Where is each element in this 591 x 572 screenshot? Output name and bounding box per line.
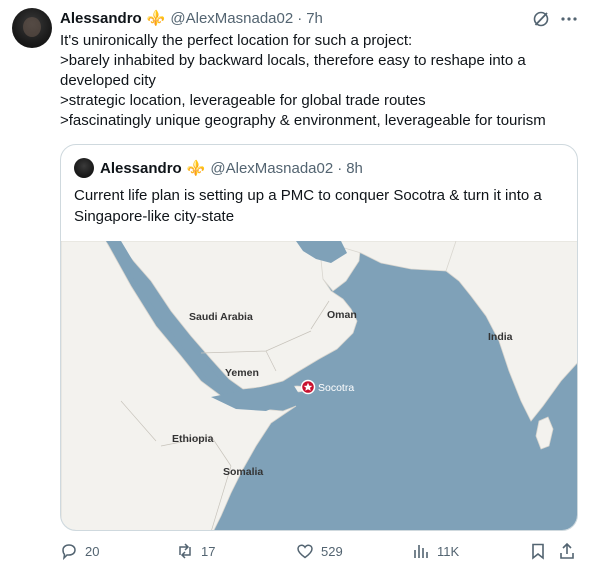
fleur-de-lis-icon: ⚜️ bbox=[186, 160, 206, 177]
map-label-saudi-arabia: Saudi Arabia bbox=[189, 311, 253, 323]
share-button[interactable] bbox=[558, 542, 583, 560]
bookmark-button[interactable] bbox=[529, 542, 554, 560]
quote-line: Singapore-like city-state bbox=[74, 208, 235, 225]
quote-handle: @AlexMasnada02 bbox=[210, 159, 334, 177]
tweet-time[interactable]: 7h bbox=[306, 10, 323, 27]
map-label-yemen: Yemen bbox=[225, 367, 259, 379]
share-icon bbox=[560, 542, 574, 559]
more-icon[interactable] bbox=[559, 10, 579, 28]
quote-avatar bbox=[74, 158, 94, 178]
tweet-header: Alessandro ⚜️ @AlexMasnada02 · 7h bbox=[60, 8, 323, 28]
quote-author-name: Alessandro bbox=[100, 159, 182, 177]
views-button[interactable]: 11K bbox=[412, 542, 459, 560]
repost-button[interactable]: 17 bbox=[176, 542, 215, 560]
tweet-line: >strategic location, leverageable for gl… bbox=[60, 92, 426, 109]
repost-icon bbox=[179, 543, 191, 559]
map-label-oman: Oman bbox=[327, 309, 357, 321]
separator-dot: · bbox=[337, 159, 343, 177]
like-button[interactable]: 529 bbox=[296, 542, 343, 560]
reply-button[interactable]: 20 bbox=[60, 542, 99, 560]
views-count: 11K bbox=[437, 543, 460, 559]
quote-text: Current life plan is setting up a PMC to… bbox=[74, 185, 564, 227]
like-count: 529 bbox=[321, 543, 343, 559]
repost-count: 17 bbox=[201, 543, 216, 559]
tweet-line: developed city bbox=[60, 72, 156, 89]
fleur-de-lis-icon: ⚜️ bbox=[146, 10, 166, 27]
map-image[interactable]: Saudi Arabia Oman India Yemen Socotra Et… bbox=[61, 241, 578, 531]
map-label-india: India bbox=[488, 331, 513, 343]
tweet-line: >fascinatingly unique geography & enviro… bbox=[60, 112, 546, 129]
quote-line: Current life plan is setting up a PMC to… bbox=[74, 187, 542, 204]
reply-count: 20 bbox=[85, 543, 100, 559]
quote-time: 8h bbox=[346, 159, 363, 177]
author-avatar[interactable] bbox=[12, 8, 52, 48]
tweet-text: It's unironically the perfect location f… bbox=[60, 31, 580, 131]
quoted-tweet[interactable]: Alessandro ⚜️ @AlexMasnada02 · 8h Curren… bbox=[60, 144, 578, 531]
reply-icon bbox=[62, 544, 76, 560]
tweet-line: >barely inhabited by backward locals, th… bbox=[60, 52, 526, 69]
map-label-ethiopia: Ethiopia bbox=[172, 433, 214, 445]
quote-header: Alessandro ⚜️ @AlexMasnada02 · 8h bbox=[74, 158, 363, 178]
map-label-socotra: Socotra bbox=[318, 382, 354, 394]
author-name[interactable]: Alessandro bbox=[60, 10, 142, 27]
views-icon bbox=[414, 545, 428, 558]
bookmark-icon bbox=[532, 543, 544, 560]
grok-icon[interactable] bbox=[532, 10, 550, 28]
like-icon bbox=[297, 544, 313, 559]
map-label-somalia: Somalia bbox=[223, 466, 263, 478]
author-handle[interactable]: @AlexMasnada02 bbox=[170, 10, 293, 27]
separator-dot: · bbox=[297, 9, 303, 27]
action-bar: 20 17 529 11K bbox=[60, 540, 580, 564]
tweet-line: It's unironically the perfect location f… bbox=[60, 32, 413, 49]
